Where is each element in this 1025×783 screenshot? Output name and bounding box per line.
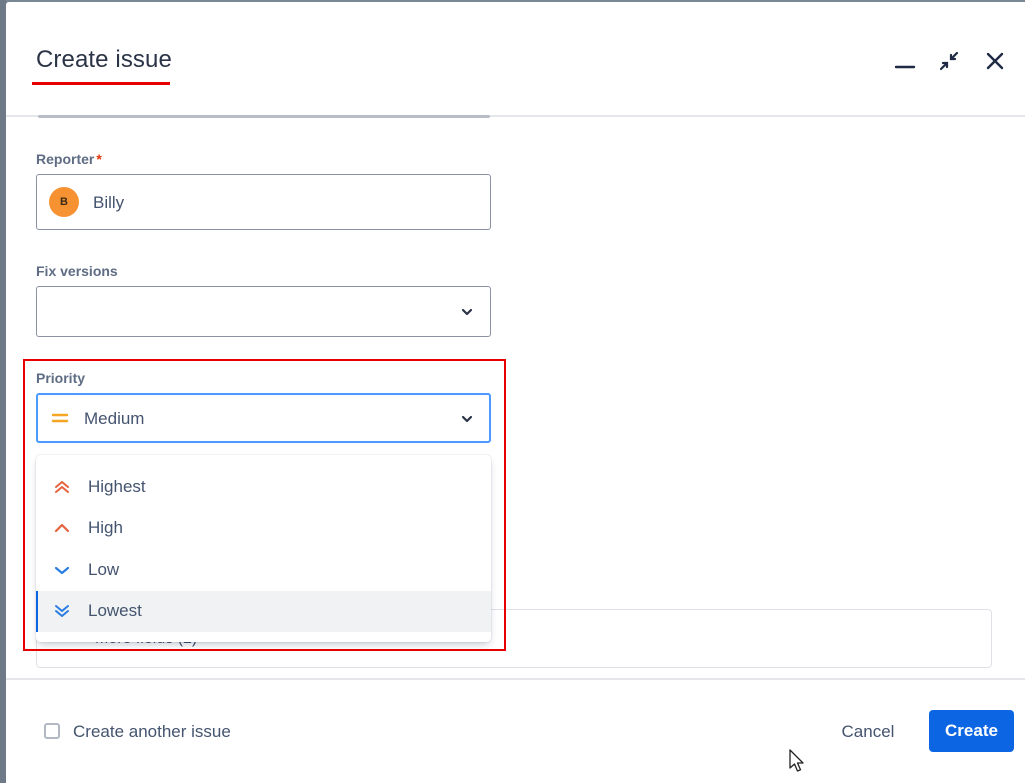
collapse-button[interactable] bbox=[934, 46, 964, 76]
priority-lowest-icon bbox=[55, 605, 69, 618]
priority-option-high[interactable]: High bbox=[36, 508, 491, 550]
required-marker: * bbox=[96, 151, 102, 167]
avatar: B bbox=[49, 187, 79, 217]
footer-divider bbox=[6, 678, 1025, 680]
reporter-label-text: Reporter bbox=[36, 151, 95, 167]
chevron-down-icon bbox=[461, 415, 473, 423]
fix-versions-select[interactable] bbox=[36, 286, 491, 337]
previous-field-edge bbox=[38, 115, 490, 118]
reporter-label: Reporter * bbox=[36, 151, 102, 167]
priority-option-highest[interactable]: Highest bbox=[36, 466, 491, 508]
collapse-arrows-icon bbox=[939, 51, 959, 71]
dialog-title: Create issue bbox=[36, 46, 172, 73]
option-label: Lowest bbox=[88, 601, 142, 621]
priority-label: Priority bbox=[36, 370, 86, 386]
chevron-down-icon bbox=[461, 308, 473, 316]
priority-highest-icon bbox=[55, 480, 69, 493]
priority-option-lowest[interactable]: Lowest bbox=[36, 590, 491, 632]
cancel-button[interactable]: Cancel bbox=[828, 712, 908, 752]
priority-low-icon bbox=[54, 566, 70, 574]
option-label: High bbox=[88, 518, 123, 538]
create-another-label: Create another issue bbox=[73, 722, 231, 741]
title-annotation-underline bbox=[32, 82, 170, 85]
reporter-field[interactable]: B Billy bbox=[36, 174, 491, 230]
close-button[interactable] bbox=[980, 46, 1010, 76]
priority-select[interactable]: Medium bbox=[36, 393, 491, 443]
mouse-cursor-icon bbox=[789, 749, 804, 772]
create-another-checkbox[interactable] bbox=[44, 723, 60, 739]
priority-value: Medium bbox=[84, 409, 145, 428]
priority-dropdown-menu: Highest High Low Lowest bbox=[36, 455, 491, 642]
option-label: Low bbox=[88, 559, 120, 579]
close-icon bbox=[986, 52, 1004, 70]
create-issue-dialog: Create issue Reporter * B Billy Fix vers… bbox=[6, 2, 1025, 783]
minimize-button[interactable] bbox=[890, 46, 920, 76]
dialog-header: Create issue bbox=[6, 2, 1025, 117]
priority-option-low[interactable]: Low bbox=[36, 549, 491, 591]
option-label: Highest bbox=[88, 476, 146, 496]
priority-medium-icon bbox=[51, 413, 69, 423]
reporter-value: Billy bbox=[93, 193, 125, 212]
priority-high-icon bbox=[54, 524, 70, 533]
minimize-icon bbox=[894, 65, 916, 69]
create-button[interactable]: Create bbox=[929, 710, 1014, 752]
fix-versions-label: Fix versions bbox=[36, 263, 118, 279]
